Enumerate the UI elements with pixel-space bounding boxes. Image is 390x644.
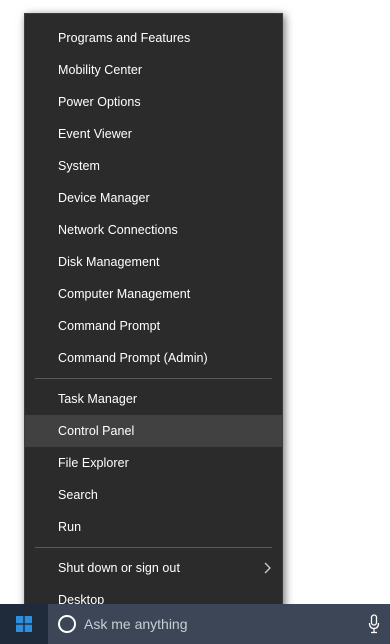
menu-item-network-connections[interactable]: Network Connections (25, 214, 282, 246)
menu-item-disk-management[interactable]: Disk Management (25, 246, 282, 278)
chevron-right-icon (262, 552, 272, 584)
start-button[interactable] (0, 604, 48, 644)
menu-item-computer-management[interactable]: Computer Management (25, 278, 282, 310)
search-placeholder: Ask me anything (84, 616, 188, 632)
menu-item-run[interactable]: Run (25, 511, 282, 543)
menu-item-label: Shut down or sign out (58, 561, 180, 575)
menu-item-control-panel[interactable]: Control Panel (25, 415, 282, 447)
taskbar: Ask me anything (0, 604, 390, 644)
menu-separator (35, 547, 272, 548)
menu-item-system[interactable]: System (25, 150, 282, 182)
menu-item-command-prompt[interactable]: Command Prompt (25, 310, 282, 342)
menu-item-command-prompt-admin[interactable]: Command Prompt (Admin) (25, 342, 282, 374)
winx-context-menu: Programs and Features Mobility Center Po… (24, 13, 283, 624)
menu-item-device-manager[interactable]: Device Manager (25, 182, 282, 214)
menu-item-shut-down-or-sign-out[interactable]: Shut down or sign out (25, 552, 282, 584)
menu-item-programs-and-features[interactable]: Programs and Features (25, 22, 282, 54)
menu-item-power-options[interactable]: Power Options (25, 86, 282, 118)
menu-item-event-viewer[interactable]: Event Viewer (25, 118, 282, 150)
menu-item-task-manager[interactable]: Task Manager (25, 383, 282, 415)
cortana-circle-icon (58, 615, 76, 633)
microphone-icon[interactable] (368, 614, 380, 634)
menu-separator (35, 378, 272, 379)
menu-item-search[interactable]: Search (25, 479, 282, 511)
search-box[interactable]: Ask me anything (48, 604, 390, 644)
menu-item-file-explorer[interactable]: File Explorer (25, 447, 282, 479)
windows-logo-icon (16, 616, 32, 632)
menu-item-mobility-center[interactable]: Mobility Center (25, 54, 282, 86)
